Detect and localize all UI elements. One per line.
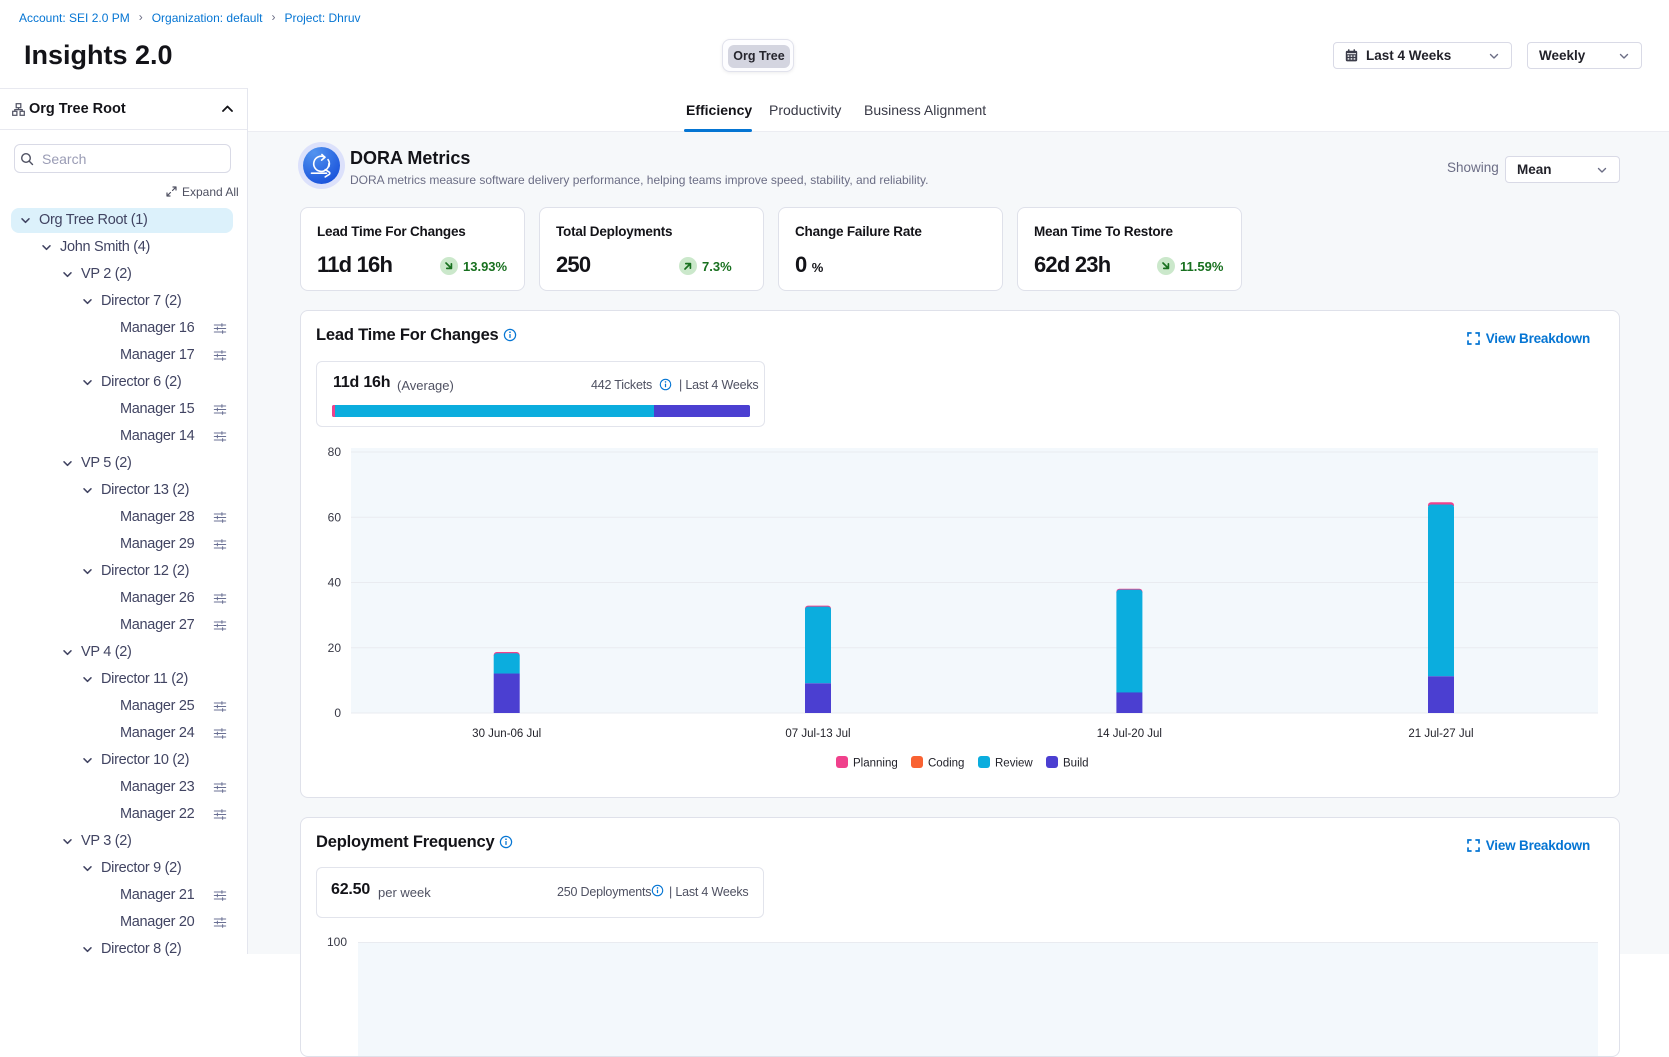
svg-text:Build: Build [1063,758,1089,770]
svg-text:14 Jul-20 Jul: 14 Jul-20 Jul [1097,728,1162,740]
svg-text:21 Jul-27 Jul: 21 Jul-27 Jul [1408,728,1473,740]
svg-text:80: 80 [328,445,342,459]
svg-text:Review: Review [995,758,1033,770]
svg-text:20: 20 [328,641,342,655]
svg-text:Planning: Planning [853,758,898,770]
svg-text:Coding: Coding [928,758,964,770]
svg-text:07 Jul-13 Jul: 07 Jul-13 Jul [785,728,850,740]
svg-text:30 Jun-06 Jul: 30 Jun-06 Jul [472,728,541,740]
svg-text:40: 40 [328,576,342,590]
svg-text:60: 60 [328,510,342,524]
svg-text:0: 0 [334,706,341,720]
